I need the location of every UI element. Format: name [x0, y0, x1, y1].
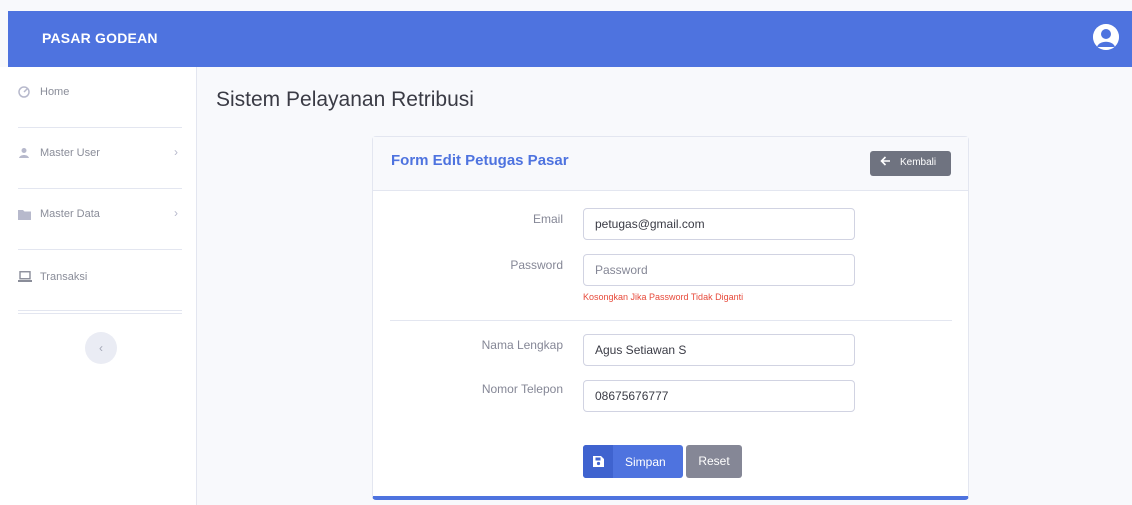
sidebar-item-home[interactable]: Home — [18, 67, 182, 128]
sidebar-item-master-user[interactable]: Master User › — [18, 128, 182, 189]
form-divider — [390, 320, 952, 321]
arrow-left-icon — [880, 155, 891, 170]
email-field[interactable] — [583, 208, 855, 240]
sidebar-divider — [18, 313, 182, 314]
name-label: Nama Lengkap — [481, 338, 563, 352]
sidebar-item-master-data[interactable]: Master Data › — [18, 189, 182, 250]
topbar: PASAR GODEAN — [8, 11, 1132, 67]
folder-icon — [18, 209, 32, 221]
laptop-icon — [18, 271, 32, 283]
full-name-field[interactable] — [583, 334, 855, 366]
dashboard-icon — [18, 86, 32, 98]
form-title: Form Edit Petugas Pasar — [391, 152, 569, 169]
brand-name[interactable]: PASAR GODEAN — [42, 30, 158, 46]
sidebar-toggle-button[interactable]: ‹ — [85, 332, 117, 364]
sidebar-item-label: Transaksi — [40, 271, 88, 283]
save-button[interactable]: Simpan — [583, 445, 683, 478]
save-button-label: Simpan — [625, 455, 666, 469]
app-frame: PASAR GODEAN Home Master User › Master D… — [0, 0, 1132, 505]
password-label: Password — [510, 258, 563, 272]
user-avatar-icon[interactable] — [1093, 24, 1119, 50]
password-hint: Kosongkan Jika Password Tidak Diganti — [583, 292, 744, 302]
sidebar-item-label: Home — [40, 86, 70, 98]
reset-button[interactable]: Reset — [686, 445, 742, 478]
chevron-right-icon: › — [174, 206, 178, 220]
phone-field[interactable] — [583, 380, 855, 412]
card-header: Form Edit Petugas Pasar Kembali — [373, 137, 968, 191]
form-card: Form Edit Petugas Pasar Kembali Email Pa… — [372, 136, 969, 500]
sidebar: Home Master User › Master Data › Transak… — [0, 67, 197, 505]
page-title: Sistem Pelayanan Retribusi — [216, 88, 474, 111]
email-label: Email — [532, 212, 563, 226]
back-button-label: Kembali — [900, 157, 937, 168]
phone-label: Nomor Telepon — [481, 382, 563, 396]
password-field[interactable] — [583, 254, 855, 286]
sidebar-item-label: Master Data — [40, 208, 100, 220]
floppy-disk-icon — [583, 445, 613, 478]
back-button[interactable]: Kembali — [870, 151, 951, 176]
sidebar-item-transaksi[interactable]: Transaksi — [18, 250, 182, 311]
sidebar-item-label: Master User — [40, 147, 100, 159]
user-icon — [18, 147, 32, 159]
chevron-right-icon: › — [174, 145, 178, 159]
